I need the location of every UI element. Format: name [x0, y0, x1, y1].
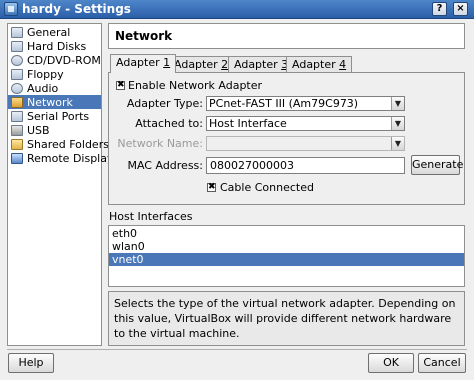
help-label: Help — [18, 356, 44, 369]
help-button[interactable]: Help — [8, 353, 54, 373]
adapter-type-value: PCnet-FAST III (Am79C973) — [209, 97, 359, 110]
window-title: hardy - Settings — [22, 2, 131, 16]
sidebar-item-serial-ports[interactable]: Serial Ports — [8, 109, 101, 123]
cancel-label: Cancel — [423, 356, 461, 369]
title-bar[interactable]: hardy - Settings ? × — [0, 0, 474, 19]
tab-adapter-4[interactable]: Adapter 4 — [286, 56, 353, 72]
ok-label: OK — [383, 356, 399, 369]
serial-port-icon — [11, 110, 23, 122]
hard-disk-icon — [11, 40, 23, 52]
page-title-box: Network — [108, 23, 465, 49]
sidebar-item-label: Audio — [27, 81, 59, 95]
enable-adapter-checkbox[interactable]: ✖ — [116, 81, 125, 90]
sidebar-item-label: Network — [27, 95, 73, 109]
sidebar-item-label: USB — [27, 123, 50, 137]
help-window-button[interactable]: ? — [432, 2, 447, 16]
sidebar-item-hard-disks[interactable]: Hard Disks — [8, 39, 101, 53]
usb-icon — [11, 124, 23, 136]
mac-address-label: MAC Address: — [127, 159, 203, 172]
tab-number: 1 — [163, 56, 171, 69]
adapter-type-select[interactable]: PCnet-FAST III (Am79C973) ▼ — [206, 96, 405, 111]
list-item-wlan0[interactable]: wlan0 — [109, 240, 464, 253]
folder-icon — [11, 138, 23, 150]
network-name-select[interactable]: ▼ — [206, 136, 405, 151]
list-item-eth0[interactable]: eth0 — [109, 227, 464, 240]
sidebar-item-label: Shared Folders — [27, 137, 109, 151]
sidebar-item-label: Serial Ports — [27, 109, 90, 123]
sidebar-item-label: General — [27, 25, 71, 39]
attached-to-label: Attached to: — [135, 117, 203, 130]
tab-adapter-2[interactable]: Adapter 2 — [168, 56, 235, 72]
sidebar-item-label: Remote Display — [27, 151, 114, 165]
floppy-icon — [11, 68, 23, 80]
network-icon — [11, 96, 23, 108]
generate-label: Generate — [412, 158, 464, 171]
adapter-type-label: Adapter Type: — [126, 97, 203, 110]
tab-label: Adapter — [234, 58, 282, 71]
sidebar-item-label: Hard Disks — [27, 39, 87, 53]
settings-category-list[interactable]: General Hard Disks CD/DVD-ROM Floppy Aud… — [7, 23, 114, 346]
list-item-vnet0[interactable]: vnet0 — [109, 253, 464, 266]
sidebar-item-network[interactable]: Network — [8, 95, 101, 109]
chevron-down-icon: ▼ — [391, 117, 404, 130]
chevron-down-icon: ▼ — [391, 137, 404, 150]
sidebar-item-usb[interactable]: USB — [8, 123, 101, 137]
cancel-button[interactable]: Cancel — [418, 353, 466, 373]
host-interfaces-list[interactable]: eth0 wlan0 vnet0 — [108, 225, 465, 287]
enable-adapter-label: Enable Network Adapter — [128, 79, 263, 92]
adapter-tab-panel: ✖ Enable Network Adapter Adapter Type: P… — [108, 72, 465, 205]
sidebar-item-label: Floppy — [27, 67, 64, 81]
tab-label: Adapter — [292, 58, 340, 71]
tab-label: Adapter — [174, 58, 222, 71]
attached-to-select[interactable]: Host Interface ▼ — [206, 116, 405, 131]
help-description: Selects the type of the virtual network … — [108, 291, 465, 346]
cd-icon — [11, 54, 23, 66]
close-window-button[interactable]: × — [453, 2, 468, 16]
footer-divider — [7, 349, 467, 350]
cable-connected-label: Cable Connected — [220, 181, 314, 194]
sidebar-item-cd-dvd-rom[interactable]: CD/DVD-ROM — [8, 53, 101, 67]
display-icon — [11, 152, 23, 164]
tab-number: 4 — [339, 58, 347, 71]
chevron-down-icon: ▼ — [391, 97, 404, 110]
sidebar-item-audio[interactable]: Audio — [8, 81, 101, 95]
mac-address-field[interactable]: 080027000003 — [206, 157, 405, 174]
network-name-label: Network Name: — [117, 137, 203, 150]
tab-adapter-3[interactable]: Adapter 3 — [228, 56, 295, 72]
tab-adapter-1[interactable]: Adapter 1 — [110, 54, 177, 73]
virtualbox-app-icon — [4, 2, 18, 16]
attached-to-value: Host Interface — [209, 117, 287, 130]
audio-icon — [11, 82, 23, 94]
sidebar-item-label: CD/DVD-ROM — [27, 53, 101, 67]
gear-icon — [11, 26, 23, 38]
sidebar-item-floppy[interactable]: Floppy — [8, 67, 101, 81]
host-interfaces-label: Host Interfaces — [109, 210, 193, 223]
tab-label: Adapter — [116, 56, 164, 69]
cable-connected-checkbox[interactable]: ✖ — [207, 183, 216, 192]
sidebar-item-shared-folders[interactable]: Shared Folders — [8, 137, 109, 151]
ok-button[interactable]: OK — [368, 353, 414, 373]
sidebar-item-general[interactable]: General — [8, 25, 101, 39]
page-title: Network — [115, 29, 173, 43]
generate-mac-button[interactable]: Generate — [411, 155, 464, 175]
sidebar-item-remote-display[interactable]: Remote Display — [8, 151, 114, 165]
